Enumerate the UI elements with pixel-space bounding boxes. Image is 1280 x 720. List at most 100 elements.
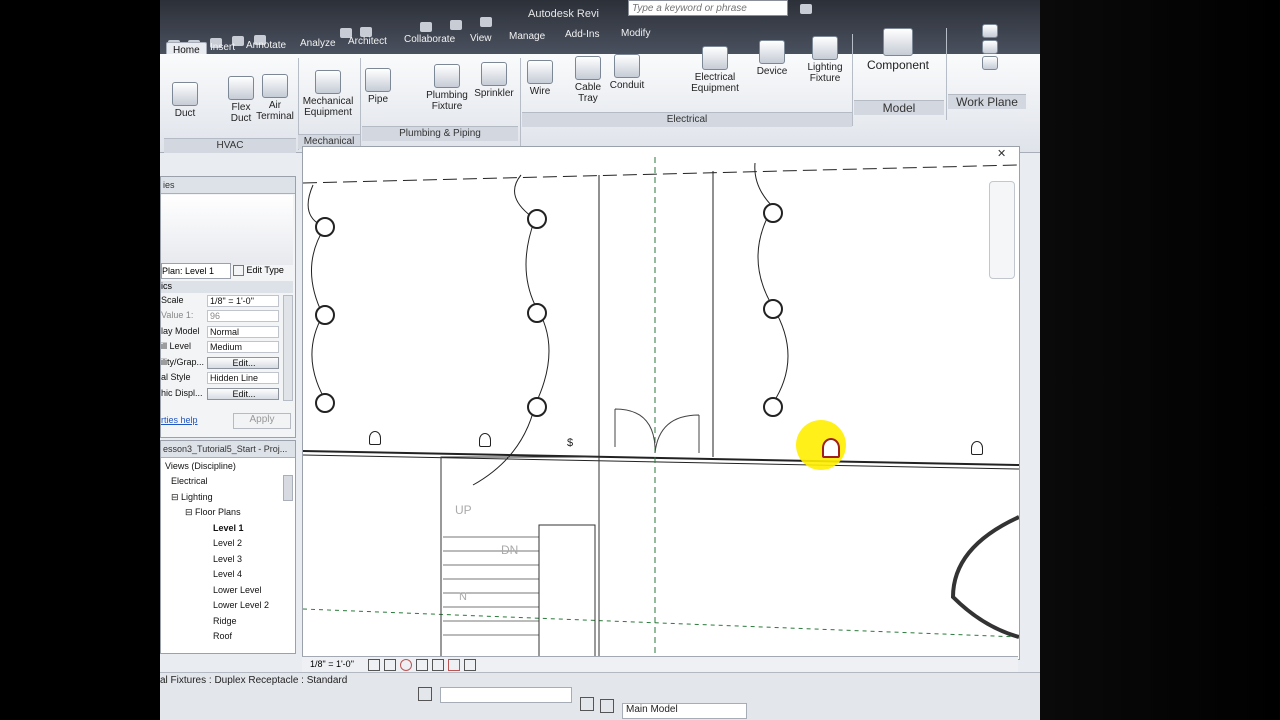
curved-wall — [950, 515, 1019, 639]
plumbing-fixture-button[interactable]: Plumbing Fixture — [424, 64, 470, 112]
pipe-button[interactable]: Pipe — [364, 68, 392, 105]
conduit-button[interactable]: Conduit — [606, 54, 648, 91]
prop-row-visual-style[interactable]: al Style Hidden Line — [161, 372, 281, 386]
visual-style-icon[interactable] — [384, 659, 396, 671]
prop-row-graphic-display[interactable]: hic Displ... Edit... — [161, 388, 281, 402]
light-fixture-icon[interactable] — [527, 397, 547, 417]
tree-lighting[interactable]: ⊟ Lighting — [171, 492, 213, 503]
prop-row-scale-value: Value 1: 96 — [161, 310, 281, 324]
tree-lower-level[interactable]: Lower Level — [213, 585, 262, 595]
light-fixture-icon[interactable] — [763, 299, 783, 319]
tab-view[interactable]: View — [464, 31, 498, 53]
prop-row-detail-level[interactable]: ill Level Medium — [161, 341, 281, 355]
properties-help-link[interactable]: rties help — [161, 415, 198, 425]
visibility-edit-button[interactable]: Edit... — [207, 357, 279, 369]
main-model-field[interactable]: Main Model — [622, 703, 747, 719]
prop-row-display-model[interactable]: lay Model Normal — [161, 326, 281, 340]
crop-icon[interactable] — [432, 659, 444, 671]
revit-window: Autodesk Revi Home Insert Annotate Analy… — [160, 0, 1040, 720]
switch-windows-icon[interactable] — [480, 17, 492, 27]
view-cube-icon[interactable] — [989, 181, 1015, 279]
detail-level-icon[interactable] — [368, 659, 380, 671]
receptacle-icon[interactable] — [822, 438, 840, 458]
light-fixture-icon[interactable] — [763, 203, 783, 223]
receptacle-icon[interactable] — [369, 431, 381, 445]
tab-add-ins[interactable]: Add-Ins — [559, 27, 605, 49]
tree-lower-level-2[interactable]: Lower Level 2 — [213, 600, 269, 610]
component-button[interactable]: Component — [860, 28, 936, 72]
wire-icon — [527, 60, 553, 84]
prop-row-visibility[interactable]: ility/Grap... Edit... — [161, 357, 281, 371]
tree-level-1[interactable]: Level 1 — [213, 523, 244, 533]
tab-collaborate[interactable]: Collaborate — [398, 32, 461, 54]
mechanical-equipment-icon — [315, 70, 341, 94]
work-plane-tools[interactable] — [970, 24, 1010, 72]
view-scale[interactable]: 1/8" = 1'-0" — [310, 659, 354, 669]
drawing-area[interactable]: $ UP DN N ✕ — [302, 146, 1020, 660]
apply-button[interactable]: Apply — [233, 413, 291, 429]
duct-button[interactable]: Duct — [170, 82, 200, 119]
shadows-icon[interactable] — [416, 659, 428, 671]
stair-up-label: UP — [455, 503, 472, 517]
graphic-display-edit-button[interactable]: Edit... — [207, 388, 279, 400]
properties-scrollbar[interactable] — [283, 295, 293, 401]
collapse-icon[interactable]: ⊟ — [185, 507, 195, 517]
tree-level-4[interactable]: Level 4 — [213, 569, 242, 579]
tab-manage[interactable]: Manage — [503, 29, 551, 51]
reveal-hidden-icon[interactable] — [464, 659, 476, 671]
cable-tray-icon — [575, 56, 601, 80]
search-input[interactable] — [628, 0, 788, 16]
tree-electrical[interactable]: Electrical — [171, 476, 208, 486]
tab-modify[interactable]: Modify — [615, 26, 656, 48]
floor-plan-drawing[interactable] — [303, 147, 1019, 659]
tree-ridge[interactable]: Ridge — [213, 616, 237, 626]
view-control-bar: 1/8" = 1'-0" — [302, 656, 1018, 673]
project-browser: esson3_Tutorial5_Start - Proj... Views (… — [160, 440, 296, 654]
collapse-icon[interactable]: ⊟ — [171, 492, 181, 502]
lower-wall-line — [303, 450, 1019, 466]
section-icon[interactable] — [420, 22, 432, 32]
light-fixture-icon[interactable] — [315, 393, 335, 413]
receptacle-icon[interactable] — [971, 441, 983, 455]
3d-view-icon[interactable] — [450, 20, 462, 30]
light-fixture-icon[interactable] — [315, 217, 335, 237]
flex-duct-button[interactable]: Flex Duct — [226, 76, 256, 124]
prop-row-scale[interactable]: Scale 1/8" = 1'-0" — [161, 295, 281, 309]
light-fixture-icon[interactable] — [527, 209, 547, 229]
tree-level-3[interactable]: Level 3 — [213, 554, 242, 564]
light-fixture-icon[interactable] — [315, 305, 335, 325]
duct-icon — [172, 82, 198, 106]
tree-level-2[interactable]: Level 2 — [213, 538, 242, 548]
mechanical-equipment-button[interactable]: Mechanical Equipment — [300, 70, 356, 118]
lighting-fixture-button[interactable]: Lighting Fixture — [800, 36, 850, 84]
section-graphics[interactable]: ics — [161, 281, 293, 293]
light-fixture-icon[interactable] — [527, 303, 547, 323]
tree-floor-plans[interactable]: ⊟ Floor Plans — [185, 507, 241, 518]
receptacle-icon[interactable] — [479, 433, 491, 447]
sprinkler-button[interactable]: Sprinkler — [472, 62, 516, 99]
edit-type-button[interactable]: Edit Type — [233, 263, 293, 277]
browser-scrollbar[interactable] — [283, 475, 293, 501]
tree-views-discipline[interactable]: Views (Discipline) — [165, 461, 236, 471]
filter-icon[interactable] — [600, 699, 614, 713]
editable-only-icon[interactable] — [580, 697, 594, 711]
cable-tray-button[interactable]: Cable Tray — [570, 56, 606, 104]
close-view-icon[interactable]: ✕ — [997, 147, 1006, 160]
view-selector[interactable]: Plan: Level 1 — [161, 263, 231, 279]
plumbing-panel-label: Plumbing & Piping — [362, 126, 518, 141]
wire-button[interactable]: Wire — [524, 60, 556, 97]
electrical-equipment-button[interactable]: Electrical Equipment — [686, 46, 744, 94]
light-fixture-icon[interactable] — [763, 397, 783, 417]
info-center-icon[interactable] — [800, 4, 812, 14]
work-plane-panel-label: Work Plane — [948, 94, 1026, 109]
upper-wall-line — [303, 164, 1019, 184]
air-terminal-button[interactable]: Air Terminal — [254, 74, 296, 122]
tree-roof[interactable]: Roof — [213, 631, 232, 641]
switch-symbol: $ — [567, 437, 574, 449]
tab-architect[interactable]: Architect — [342, 34, 393, 56]
temporary-hide-icon[interactable] — [448, 659, 460, 671]
design-options-field[interactable] — [440, 687, 572, 703]
worksets-icon[interactable] — [418, 687, 432, 701]
sun-path-icon[interactable] — [400, 659, 412, 671]
device-button[interactable]: Device — [752, 40, 792, 77]
